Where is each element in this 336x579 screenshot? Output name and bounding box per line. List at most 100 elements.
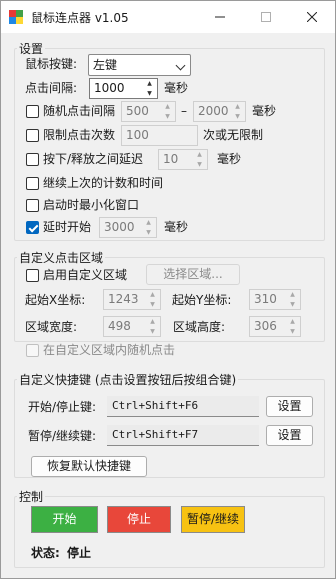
- interval-unit: 毫秒: [164, 81, 189, 95]
- press-delay-checkbox[interactable]: [26, 153, 39, 166]
- status-label: 状态:: [31, 546, 60, 560]
- height-value: 306: [254, 319, 277, 333]
- limit-count-input[interactable]: 100: [121, 125, 198, 146]
- spin-down-icon: ▼: [290, 327, 295, 335]
- limit-count-value: 100: [126, 128, 149, 142]
- start-y-value: 310: [254, 292, 277, 306]
- height-input[interactable]: 306 ▲ ▼: [249, 316, 301, 337]
- maximize-icon: [261, 12, 271, 22]
- mouse-button-label: 鼠标按键:: [25, 57, 78, 71]
- app-window: 鼠标连点器 v1.05 设置 鼠标按键: 左键 点击间隔: 1000 ▲ ▼ 毫秒…: [0, 0, 336, 579]
- app-icon: [9, 10, 23, 24]
- spin-down-icon: ▼: [150, 300, 155, 308]
- start-stop-hotkey-field[interactable]: Ctrl+Shift+F6: [107, 396, 259, 417]
- pause-resume-label: 暂停/继续键:: [28, 429, 97, 443]
- spin-down-icon[interactable]: ▼: [142, 89, 157, 99]
- height-label: 区域高度:: [173, 320, 226, 334]
- delay-start-label: 延时开始: [43, 220, 92, 234]
- start-x-spinner: ▲ ▼: [145, 290, 160, 309]
- delay-start-value: 3000: [104, 220, 135, 234]
- spin-down-icon: ▼: [290, 300, 295, 308]
- continue-count-checkbox[interactable]: [26, 177, 39, 190]
- width-spinner: ▲ ▼: [145, 317, 160, 336]
- hotkeys-group-label: 自定义快捷键 (点击设置按钮后按组合键): [17, 371, 239, 388]
- random-min-value: 500: [126, 104, 149, 118]
- select-area-button[interactable]: 选择区域...: [146, 264, 240, 285]
- minimize-on-start-checkbox[interactable]: [26, 199, 39, 212]
- set-pause-resume-button[interactable]: 设置: [266, 425, 313, 446]
- mouse-button-select[interactable]: 左键: [88, 54, 191, 76]
- height-spinner: ▲ ▼: [285, 317, 300, 336]
- custom-area-group-label: 自定义点击区域: [17, 249, 106, 266]
- press-delay-input[interactable]: 10 ▲ ▼: [158, 149, 208, 170]
- limit-count-suffix: 次或无限制: [203, 128, 264, 142]
- spin-up-icon[interactable]: ▲: [142, 79, 157, 89]
- random-in-area-checkbox[interactable]: [26, 344, 39, 357]
- limit-count-checkbox[interactable]: [26, 129, 39, 142]
- random-max-value: 2000: [198, 104, 229, 118]
- spin-down-icon: ▼: [235, 112, 240, 120]
- maximize-button: [243, 1, 289, 33]
- spin-up-icon: ▲: [150, 318, 155, 325]
- width-value: 498: [108, 319, 131, 333]
- interval-input[interactable]: 1000 ▲ ▼: [89, 78, 158, 99]
- status-value: 停止: [67, 546, 92, 560]
- delay-start-input[interactable]: 3000 ▲ ▼: [99, 217, 157, 238]
- control-group-label: 控制: [17, 488, 46, 505]
- press-delay-label: 按下/释放之间延迟: [43, 152, 144, 166]
- width-input[interactable]: 498 ▲ ▼: [103, 316, 161, 337]
- random-min-spinner: ▲ ▼: [160, 102, 175, 121]
- minimize-icon: [215, 16, 225, 18]
- start-x-label: 起始X坐标:: [25, 293, 86, 307]
- enable-custom-area-label: 启用自定义区域: [43, 268, 128, 282]
- random-max-input[interactable]: 2000 ▲ ▼: [193, 101, 246, 122]
- spin-up-icon: ▲: [146, 219, 151, 226]
- set-start-stop-button[interactable]: 设置: [266, 396, 313, 417]
- random-in-area-label: 在自定义区域内随机点击: [43, 343, 176, 357]
- pause-resume-hotkey-field[interactable]: Ctrl+Shift+F7: [107, 425, 259, 446]
- spin-down-icon: ▼: [150, 327, 155, 335]
- spin-down-icon: ▼: [197, 160, 202, 168]
- minimize-on-start-label: 启动时最小化窗口: [43, 198, 140, 212]
- settings-group-label: 设置: [17, 40, 46, 57]
- press-delay-value: 10: [163, 152, 179, 166]
- delay-start-spinner: ▲ ▼: [141, 218, 156, 237]
- range-dash: –: [181, 104, 187, 118]
- random-max-spinner: ▲ ▼: [230, 102, 245, 121]
- spin-up-icon: ▲: [235, 103, 240, 110]
- delay-start-unit: 毫秒: [164, 220, 189, 234]
- random-min-input[interactable]: 500 ▲ ▼: [121, 101, 176, 122]
- start-button[interactable]: 开始: [31, 506, 98, 533]
- random-interval-checkbox[interactable]: [26, 105, 39, 118]
- title-bar[interactable]: 鼠标连点器 v1.05: [1, 1, 335, 33]
- continue-count-label: 继续上次的计数和时间: [43, 176, 164, 190]
- minimize-button[interactable]: [197, 1, 243, 33]
- delay-start-checkbox[interactable]: [26, 221, 39, 234]
- spin-up-icon: ▲: [165, 103, 170, 110]
- restore-default-hotkeys-button[interactable]: 恢复默认快捷键: [31, 456, 147, 477]
- start-y-spinner: ▲ ▼: [285, 290, 300, 309]
- start-x-value: 1243: [108, 292, 139, 306]
- interval-spinner[interactable]: ▲ ▼: [142, 79, 157, 98]
- spin-up-icon: ▲: [150, 291, 155, 298]
- close-button[interactable]: [289, 1, 335, 33]
- mouse-button-value: 左键: [93, 58, 118, 72]
- start-x-input[interactable]: 1243 ▲ ▼: [103, 289, 161, 310]
- width-label: 区域宽度:: [25, 320, 78, 334]
- limit-count-label: 限制点击次数: [43, 128, 116, 142]
- start-y-input[interactable]: 310 ▲ ▼: [249, 289, 301, 310]
- spin-down-icon: ▼: [146, 228, 151, 236]
- spin-up-icon: ▲: [290, 318, 295, 325]
- interval-value: 1000: [94, 81, 125, 95]
- spin-down-icon: ▼: [165, 112, 170, 120]
- window-title: 鼠标连点器 v1.05: [31, 11, 129, 25]
- press-delay-spinner: ▲ ▼: [192, 150, 207, 169]
- spin-up-icon: ▲: [290, 291, 295, 298]
- random-interval-unit: 毫秒: [252, 104, 277, 118]
- start-stop-label: 开始/停止键:: [28, 400, 97, 414]
- pause-resume-button[interactable]: 暂停/继续: [181, 506, 245, 533]
- random-interval-label: 随机点击间隔: [43, 104, 116, 118]
- stop-button[interactable]: 停止: [107, 506, 171, 533]
- enable-custom-area-checkbox[interactable]: [26, 269, 39, 282]
- close-icon: [307, 12, 317, 22]
